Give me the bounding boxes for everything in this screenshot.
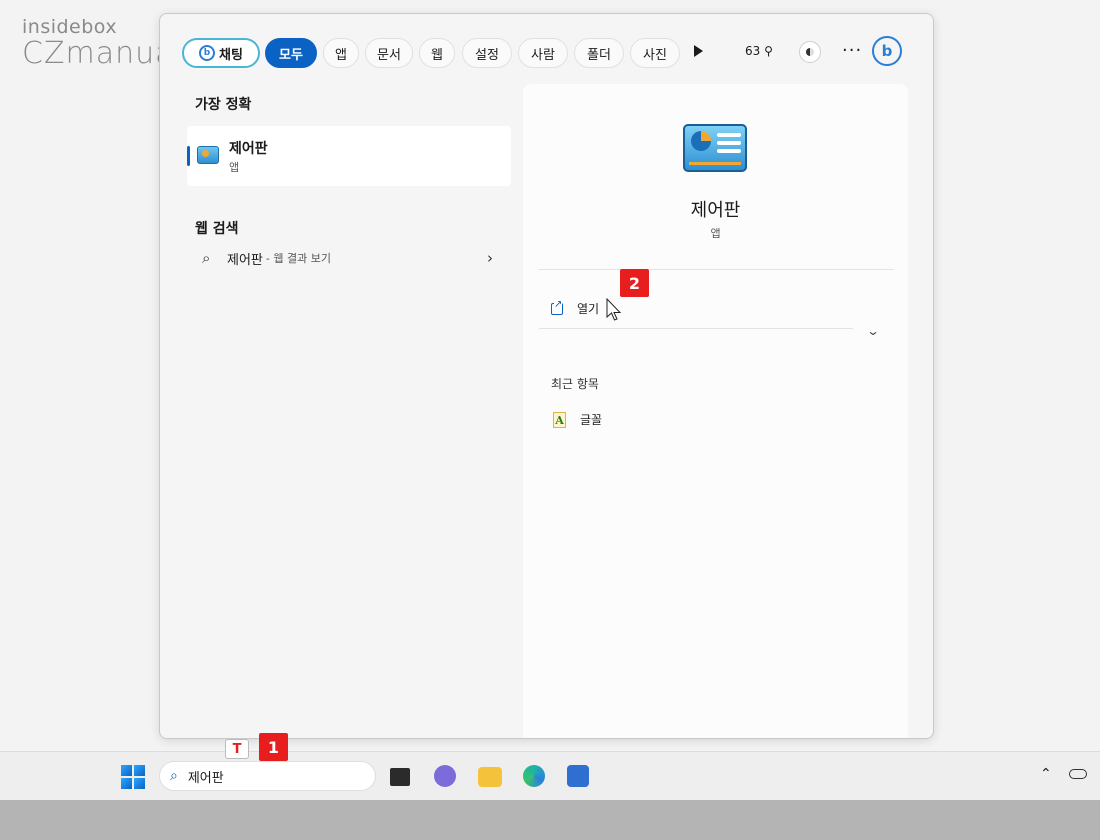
task-view-icon[interactable]: [390, 768, 410, 786]
step-badge-1: 1: [259, 733, 288, 761]
tab-folders[interactable]: 폴더: [574, 38, 624, 68]
edge-browser-icon[interactable]: [523, 765, 545, 787]
tab-all[interactable]: 모두: [265, 38, 317, 68]
filter-bar: b 채팅 모두 앱 문서 웹 설정 사람 폴더 사진 63 ⚲ ··· b: [182, 36, 913, 70]
search-icon: ⌕: [170, 768, 178, 784]
recent-heading: 최근 항목: [551, 377, 599, 391]
detail-type: 앱: [710, 227, 721, 240]
web-result-item[interactable]: ⌕ 제어판 - 웹 결과 보기 ›: [187, 238, 511, 278]
search-icon: ⌕: [202, 249, 211, 267]
control-panel-large-icon: [683, 124, 747, 172]
detail-title: 제어판: [690, 200, 741, 221]
web-search-heading: 웹 검색: [195, 221, 239, 237]
ime-indicator: T: [225, 739, 249, 759]
search-panel: b 채팅 모두 앱 문서 웹 설정 사람 폴더 사진 63 ⚲ ··· b 가장…: [159, 13, 934, 739]
open-label: 열기: [577, 302, 600, 316]
background-strip: [0, 800, 1100, 840]
best-match-heading: 가장 정확: [195, 97, 252, 113]
onedrive-cloud-icon[interactable]: [1069, 769, 1087, 779]
font-file-icon: A: [553, 411, 566, 428]
selection-indicator: [187, 146, 190, 166]
chevron-up-icon[interactable]: ⌃: [1040, 766, 1052, 782]
web-result-hint: - 웹 결과 보기: [265, 252, 331, 265]
chevron-down-icon[interactable]: ⌄: [866, 324, 879, 338]
open-action[interactable]: 열기: [551, 298, 600, 317]
tab-people[interactable]: 사람: [518, 38, 568, 68]
step-badge-2: 2: [620, 269, 649, 297]
tab-apps[interactable]: 앱: [323, 38, 359, 68]
control-panel-icon: [197, 146, 219, 164]
windows-start-icon[interactable]: [121, 765, 145, 789]
more-icon[interactable]: ···: [842, 40, 862, 61]
play-icon[interactable]: [694, 45, 703, 57]
rewards-score[interactable]: 63 ⚲: [745, 44, 773, 58]
tab-settings[interactable]: 설정: [462, 38, 512, 68]
store-icon[interactable]: [567, 765, 589, 787]
web-result-query: 제어판: [227, 252, 263, 268]
tab-photos[interactable]: 사진: [630, 38, 680, 68]
bing-chat-icon: b: [199, 45, 216, 61]
divider: [539, 269, 894, 270]
chat-app-icon[interactable]: [434, 765, 456, 787]
detail-pane: 제어판 앱 열기 ⌄ 최근 항목 A 글꼴: [523, 84, 908, 738]
recent-item[interactable]: A 글꼴: [553, 411, 602, 428]
chevron-right-icon: ›: [487, 249, 493, 267]
file-explorer-icon[interactable]: [478, 767, 502, 787]
tab-documents[interactable]: 문서: [365, 38, 413, 68]
best-match-name: 제어판: [229, 141, 268, 157]
tab-web[interactable]: 웹: [419, 38, 455, 68]
recent-item-label: 글꼴: [580, 413, 603, 427]
best-match-type: 앱: [229, 161, 240, 174]
mouse-cursor-icon: [606, 298, 622, 321]
bing-icon[interactable]: b: [872, 36, 902, 66]
best-match-item[interactable]: 제어판 앱: [187, 126, 511, 186]
taskbar: ⌕ ⌃: [0, 751, 1100, 800]
open-external-icon: [551, 298, 563, 315]
divider: [539, 328, 853, 329]
profile-icon[interactable]: [799, 41, 821, 63]
search-input[interactable]: [185, 767, 350, 785]
chat-label: 채팅: [219, 47, 243, 63]
taskbar-search[interactable]: ⌕: [159, 761, 376, 791]
chat-button[interactable]: b 채팅: [182, 38, 260, 68]
